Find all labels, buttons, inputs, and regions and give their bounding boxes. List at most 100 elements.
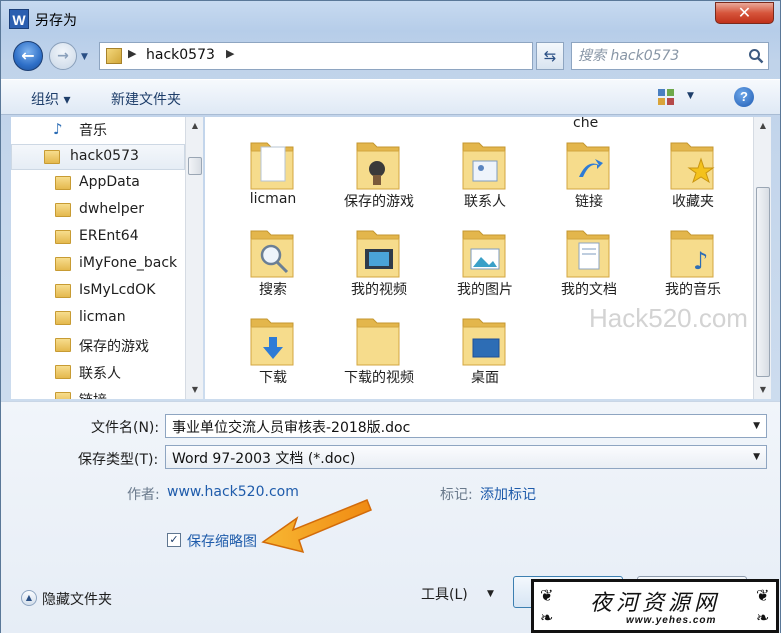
breadcrumb-hack0573[interactable]: hack0573 [146, 47, 215, 63]
folder-icon [55, 257, 71, 271]
file-list-scrollbar[interactable]: ▲ ▼ [753, 117, 771, 399]
stamp-title: 夜河资源网 [590, 591, 721, 616]
file-item[interactable]: 我的视频 [331, 221, 427, 307]
music-icon: ♪ [53, 120, 63, 138]
annotation-arrow-icon [261, 499, 372, 554]
forward-button[interactable]: → [49, 42, 77, 70]
sidebar-scrollbar[interactable]: ▲ ▼ [185, 117, 203, 399]
sidebar-item-hack0573[interactable]: hack0573 [11, 144, 185, 170]
address-bar[interactable]: ▶ hack0573 ▶ [99, 42, 533, 70]
organize-button[interactable]: 组织 ▾ [31, 89, 70, 109]
folder-icon [55, 284, 71, 298]
sidebar-item-links[interactable]: 链接 [11, 387, 185, 399]
filetype-select[interactable]: Word 97-2003 文档 (*.doc) ▼ [165, 445, 767, 469]
new-folder-button[interactable]: 新建文件夹 [111, 89, 181, 109]
downloads-folder-icon [250, 318, 294, 366]
scroll-down-icon[interactable]: ▼ [754, 381, 772, 398]
watermark-text: Hack520.com [589, 303, 748, 333]
breadcrumb-chevron-icon[interactable]: ▶ [128, 47, 136, 60]
scroll-down-icon[interactable]: ▼ [186, 381, 204, 398]
games-folder-icon [55, 338, 71, 352]
file-item[interactable]: 收藏夹 [645, 133, 741, 219]
sidebar-item-music[interactable]: ♪ 音乐 [11, 117, 185, 143]
change-view-icon[interactable] [657, 88, 675, 106]
dialog-title: 另存为 [35, 13, 77, 29]
hide-folders-button[interactable]: ▲ 隐藏文件夹 [21, 588, 141, 610]
add-tags-field[interactable]: 添加标记 [480, 484, 536, 504]
title-bar: W 另存为 ✕ [1, 1, 780, 37]
file-item[interactable]: 链接 [541, 133, 637, 219]
chevron-down-icon[interactable]: ▼ [753, 452, 760, 462]
games-folder-icon [356, 142, 400, 190]
links-folder-icon [55, 392, 71, 399]
file-item[interactable]: 下载的视频 [331, 309, 427, 395]
word-app-icon: W [9, 9, 29, 29]
file-item[interactable]: 联系人 [437, 133, 533, 219]
sidebar-item-appdata[interactable]: AppData [11, 171, 185, 197]
file-item-label: 桌面 [471, 370, 499, 386]
file-item[interactable]: 我的文档 [541, 221, 637, 307]
command-toolbar: 组织 ▾ 新建文件夹 ▼ ? [1, 79, 780, 115]
view-options-chevron-icon[interactable]: ▼ [687, 91, 694, 101]
file-item-label: 搜索 [259, 282, 287, 298]
sidebar-item-label: 联系人 [79, 366, 121, 382]
sidebar-item-label: AppData [79, 174, 140, 190]
recent-pages-chevron-icon[interactable]: ▼ [81, 52, 93, 62]
file-list-scroll-thumb[interactable] [756, 187, 770, 377]
file-item-label: 链接 [575, 194, 603, 210]
close-button[interactable]: ✕ [715, 2, 774, 24]
file-item[interactable]: 下载 [225, 309, 321, 395]
scroll-up-icon[interactable]: ▲ [754, 117, 772, 134]
navigation-bar: ← → ▼ ▶ hack0573 ▶ ⇆ [1, 37, 780, 77]
save-thumbnail-checkbox[interactable]: ✓ [167, 533, 181, 547]
sidebar-item-erent64[interactable]: EREnt64 [11, 225, 185, 251]
search-folder-icon [250, 230, 294, 278]
file-item-label: 收藏夹 [672, 194, 714, 210]
sidebar-item-licman[interactable]: licman [11, 306, 185, 332]
scroll-up-icon[interactable]: ▲ [186, 117, 204, 134]
documents-folder-icon [566, 230, 610, 278]
breadcrumb-chevron-icon[interactable]: ▶ [226, 47, 234, 60]
sidebar-item-ismylcdok[interactable]: IsMyLcdOK [11, 279, 185, 305]
file-item-label: 我的视频 [351, 282, 407, 298]
user-folder-icon [44, 150, 60, 164]
search-box[interactable] [571, 42, 769, 70]
filename-input[interactable]: 事业单位交流人员审核表-2018版.doc ▼ [165, 414, 767, 438]
file-item[interactable]: licman [225, 133, 321, 219]
save-thumbnail-label[interactable]: 保存缩略图 [187, 531, 257, 551]
folder-icon [55, 230, 71, 244]
chevron-down-icon[interactable]: ▼ [753, 421, 760, 431]
file-item-label: 我的图片 [457, 282, 513, 298]
file-item-label: 我的音乐 [665, 282, 721, 298]
user-folder-icon [106, 48, 122, 64]
file-item-label: licman [249, 191, 297, 207]
sidebar-item-contacts[interactable]: 联系人 [11, 360, 185, 386]
filename-label: 文件名(N): [91, 420, 160, 436]
tools-button[interactable]: 工具(L) [421, 584, 468, 604]
sidebar-item-label: IsMyLcdOK [79, 282, 156, 298]
sidebar-item-dwhelper[interactable]: dwhelper [11, 198, 185, 224]
sidebar-item-imyfone-back[interactable]: iMyFone_back [11, 252, 185, 278]
file-item[interactable]: 我的图片 [437, 221, 533, 307]
file-item[interactable]: 桌面 [437, 309, 533, 395]
file-item-label: 下载 [259, 370, 287, 386]
sidebar-scroll-thumb[interactable] [188, 157, 202, 175]
music-folder-icon: ♪ [670, 230, 714, 278]
back-button[interactable]: ← [13, 41, 43, 71]
search-input[interactable] [578, 46, 738, 66]
tools-chevron-icon[interactable]: ▼ [487, 589, 494, 599]
contacts-folder-icon [55, 365, 71, 379]
filetype-value: Word 97-2003 文档 (*.doc) [172, 451, 356, 467]
file-item[interactable]: ♪ 我的音乐 [645, 221, 741, 307]
watermark-stamp: ❦ ❧ ❦ ❧ 夜河资源网 www.yehes.com [531, 579, 779, 633]
help-button[interactable]: ? [734, 87, 754, 107]
sidebar-item-label: 保存的游戏 [79, 339, 149, 355]
hide-folders-label: 隐藏文件夹 [42, 592, 112, 608]
sidebar-item-saved-games[interactable]: 保存的游戏 [11, 333, 185, 359]
file-item[interactable]: 保存的游戏 [331, 133, 427, 219]
tags-label: 标记: [440, 487, 473, 503]
search-icon[interactable] [748, 48, 764, 64]
videos-folder-icon [356, 230, 400, 278]
refresh-button[interactable]: ⇆ [536, 42, 564, 70]
file-item[interactable]: 搜索 [225, 221, 321, 307]
